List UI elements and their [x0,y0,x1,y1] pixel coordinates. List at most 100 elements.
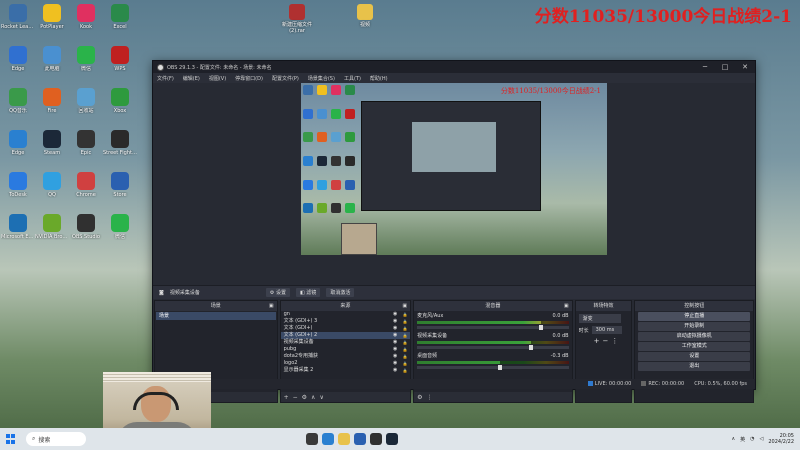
fader-knob[interactable] [539,325,544,330]
remove-icon[interactable]: − [293,394,298,401]
desktop-icon[interactable]: Excel [104,2,136,40]
desktop-icon[interactable]: PotPlayer [36,2,68,40]
store-taskbar-icon[interactable] [354,433,366,445]
lock-icon[interactable]: 🔒 [400,311,410,318]
stop-streaming-button[interactable]: 停止直播 [638,312,750,321]
desktop-icon-archive[interactable]: 新建压缩文件 (2).rar [280,2,314,42]
lock-icon[interactable]: 🔒 [400,353,410,360]
desktop-icon[interactable]: 微信 [104,212,136,250]
eye-icon[interactable]: ◉ [390,311,400,318]
desktop-icon[interactable]: OBS Studio [70,212,102,250]
fader-knob[interactable] [528,345,533,350]
volume-fader[interactable] [417,345,569,350]
taskbar-search[interactable]: ⌕ 搜索 [26,432,86,446]
source-filters-button[interactable]: ◧ 滤镜 [295,288,321,297]
lock-icon[interactable]: 🔒 [400,318,410,325]
desktop-icon[interactable]: ToDesk [2,170,34,208]
add-icon[interactable]: + [284,394,289,401]
desktop-icon[interactable]: Fire [36,86,68,124]
volume-fader[interactable] [417,325,569,330]
source-item[interactable]: 文本 (GDI+) 2 ◉ 🔒 [280,332,411,339]
exit-button[interactable]: 退出 [638,362,750,371]
start-recording-button[interactable]: 开始录制 [638,322,750,331]
menu-view[interactable]: 视图(V) [209,75,226,82]
start-button[interactable] [6,434,16,444]
maximize-icon[interactable]: □ [715,63,735,71]
volume-icon[interactable]: ◁ [760,436,764,442]
menu-docks[interactable]: 停靠窗口(D) [235,75,263,82]
desktop-icon[interactable]: 微信 [70,44,102,82]
eye-icon[interactable]: ◉ [390,339,400,346]
down-icon[interactable]: ∨ [319,394,323,401]
eye-icon[interactable]: ◉ [390,325,400,332]
deactivate-button[interactable]: 取消激活 [326,288,355,297]
menu-profile[interactable]: 配置文件(P) [272,75,299,82]
studio-mode-button[interactable]: 工作室模式 [638,342,750,351]
lock-icon[interactable]: 🔒 [400,346,410,353]
eye-icon[interactable]: ◉ [390,367,400,374]
virtual-camera-button[interactable]: 启动虚拟摄像机 [638,332,750,341]
menu-edit[interactable]: 编辑(E) [183,75,200,82]
up-icon[interactable]: ∧ [311,394,315,401]
desktop-icon[interactable]: Edge [2,128,34,166]
preview-canvas[interactable]: 分数11035/13000今日战绩2-1 [301,83,607,255]
desktop-icon[interactable]: Kook [70,2,102,40]
tray-chevron-icon[interactable]: ∧ [731,436,735,442]
menu-scene-collection[interactable]: 场景集合(S) [308,75,335,82]
duration-input[interactable]: 300 ms [591,326,622,334]
dock-close-icon[interactable]: ▣ [564,301,569,311]
transition-select[interactable]: 渐变 [578,314,621,323]
network-icon[interactable]: ◔ [750,436,754,442]
lock-icon[interactable]: 🔒 [400,332,410,339]
desktop-icon[interactable]: Rocket League [1,2,35,40]
source-item[interactable]: dota2专用捕获 ◉ 🔒 [281,353,411,360]
source-item[interactable]: gn ◉ 🔒 [281,311,411,318]
desktop-icon[interactable]: Microsoft Edge [1,212,35,250]
settings-icon[interactable]: ⚙ [417,394,422,401]
desktop-icon[interactable]: QQ [36,170,68,208]
desktop-icon[interactable]: 此电脑 [36,44,68,82]
menu-file[interactable]: 文件(F) [157,75,174,82]
volume-fader[interactable] [417,365,569,370]
minimize-icon[interactable]: ─ [695,63,715,71]
desktop-icon[interactable]: Store [104,170,136,208]
eye-icon[interactable]: ◉ [390,353,400,360]
desktop-icon-video-folder[interactable]: 视频 [348,2,382,42]
add-icon[interactable]: + [594,337,600,345]
source-item[interactable]: logo2 ◉ 🔒 [281,360,411,367]
lang-indicator[interactable]: 英 [740,436,745,443]
desktop-icon[interactable]: Edge [2,44,34,82]
eye-icon[interactable]: ◉ [390,360,400,367]
steam-taskbar-icon[interactable] [386,433,398,445]
desktop-icon[interactable]: QQ音乐 [2,86,34,124]
menu-help[interactable]: 帮助(H) [370,75,388,82]
desktop-icon[interactable]: Steam [36,128,68,166]
eye-icon[interactable]: ◉ [390,318,400,325]
lock-icon[interactable]: 🔒 [400,325,410,332]
desktop-icon[interactable]: Chrome [70,170,102,208]
source-item[interactable]: 显示器采集 2 ◉ 🔒 [281,367,411,374]
more-icon[interactable]: ⋮ [611,337,618,345]
lock-icon[interactable]: 🔒 [400,360,410,367]
close-icon[interactable]: ✕ [735,63,755,71]
source-settings-button[interactable]: ⚙ 设置 [265,288,290,297]
more-icon[interactable]: ⋮ [427,394,433,401]
source-item[interactable]: 文本 (GDI+) ◉ 🔒 [281,325,411,332]
clock[interactable]: 20:05 2024/2/22 [768,433,794,445]
settings-icon[interactable]: ⚙ [302,394,307,401]
lock-icon[interactable]: 🔒 [400,367,410,374]
fader-knob[interactable] [498,365,503,370]
desktop-icon[interactable]: Epic [70,128,102,166]
source-item[interactable]: 文本 (GDI+) 3 ◉ 🔒 [281,318,411,325]
desktop-icon[interactable]: 回收站 [70,86,102,124]
edge-taskbar-icon[interactable] [322,433,334,445]
settings-button[interactable]: 设置 [638,352,750,361]
eye-icon[interactable]: ◉ [390,332,400,339]
desktop-icon[interactable]: Street Fighter 6 [103,128,137,166]
eye-icon[interactable]: ◉ [390,346,400,353]
task-view-icon[interactable] [306,433,318,445]
source-item[interactable]: pubg ◉ 🔒 [281,346,411,353]
dock-close-icon[interactable]: ▣ [269,301,274,311]
remove-icon[interactable]: − [602,337,608,345]
desktop-icon[interactable]: WPS [104,44,136,82]
